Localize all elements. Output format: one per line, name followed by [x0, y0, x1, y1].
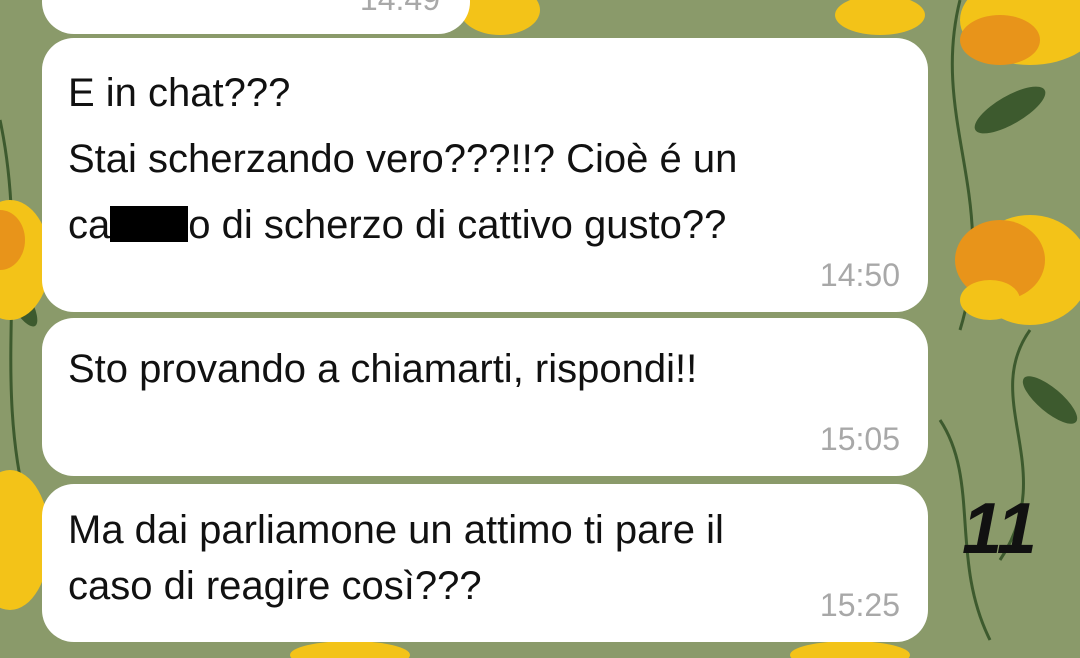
message-text: Ma dai parliamone un attimo ti pare il c…	[68, 508, 724, 608]
message-timestamp: 15:05	[819, 421, 900, 457]
message-bubble[interactable]: E in chat??? Stai scherzando vero???!!? …	[42, 38, 928, 312]
flower-top-right	[960, 0, 1080, 65]
message-text: Sto provando a chiamarti, rispondi!!	[68, 347, 698, 391]
message-bubble-previous[interactable]: 14:49	[42, 0, 470, 34]
flower-right	[955, 215, 1080, 325]
message-bubble[interactable]: Ma dai parliamone un attimo ti pare il c…	[42, 484, 928, 642]
message-line-pre: ca	[68, 203, 111, 247]
message-line-post: o di scherzo di cattivo gusto??	[188, 203, 727, 247]
message-line: E in chat???	[68, 71, 291, 115]
redaction-block	[110, 206, 189, 242]
message-bubble[interactable]: Sto provando a chiamarti, rispondi!! 15:…	[42, 318, 928, 476]
message-timestamp: 15:25	[819, 587, 900, 623]
message-line: Stai scherzando vero???!!? Cioè é un	[68, 137, 738, 181]
message-timestamp: 14:50	[819, 257, 900, 293]
message-text: E in chat??? Stai scherzando vero???!!? …	[68, 60, 868, 258]
message-timestamp: 14:49	[360, 0, 440, 18]
handwritten-count-annotation: 11	[962, 489, 1037, 569]
